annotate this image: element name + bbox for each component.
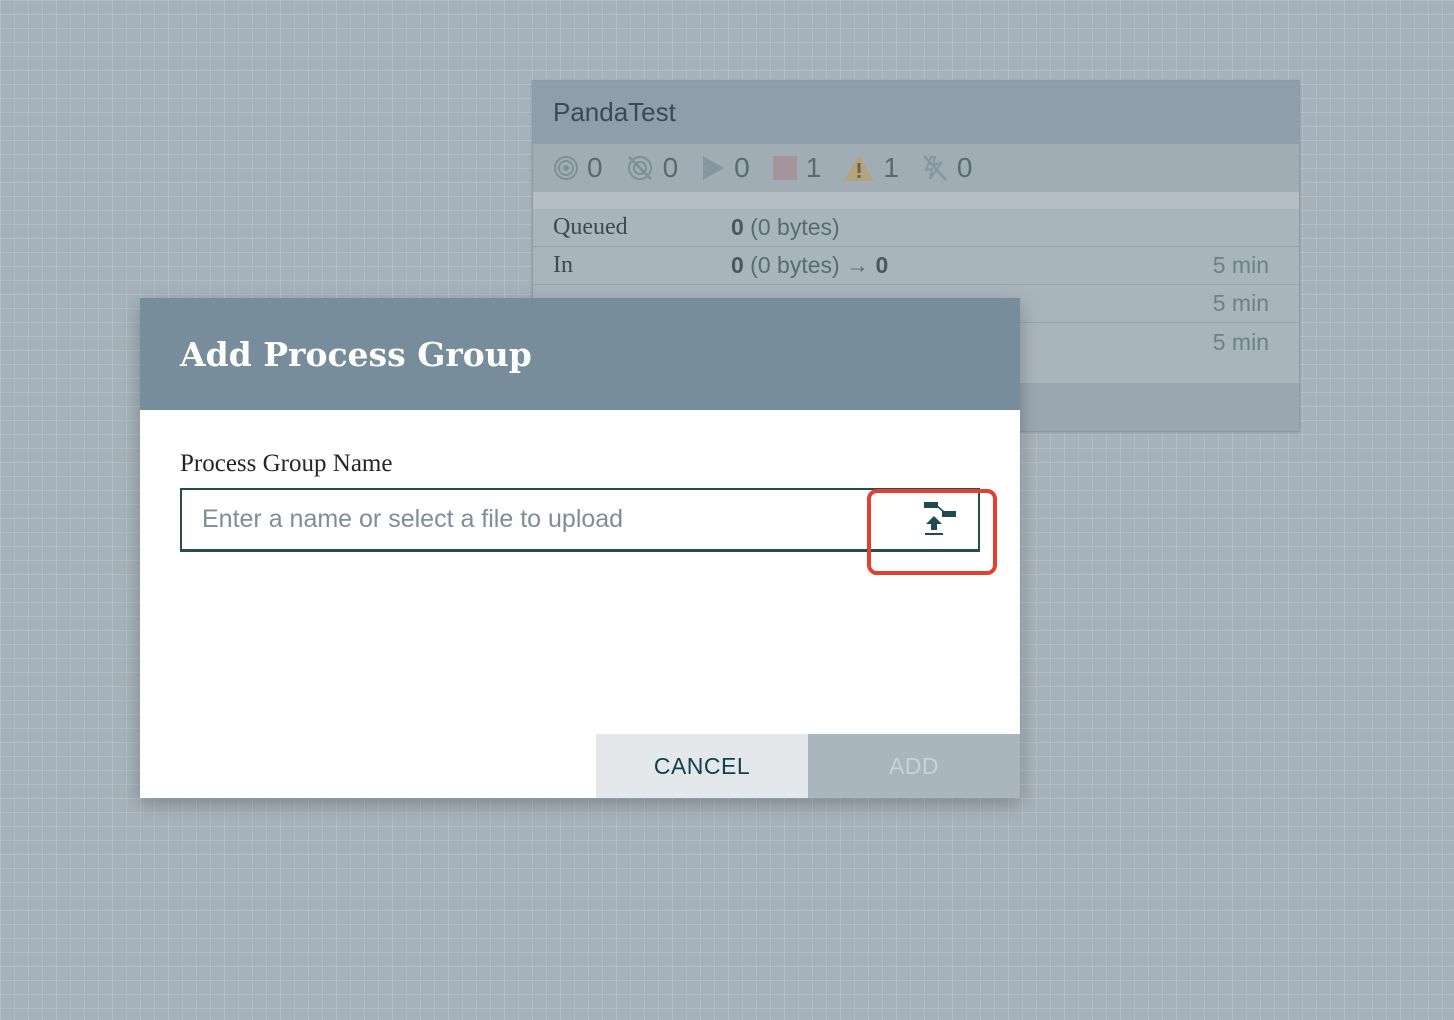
process-group-name-field [180,488,980,552]
stat-count: 0 [662,152,679,183]
stat-count: 1 [883,152,899,183]
stats-divider [533,192,1299,209]
metric-label: In [553,252,573,278]
transmitting-icon [553,155,579,181]
dialog-body: Process Group Name [140,410,1020,552]
process-group-name-input[interactable] [180,488,980,552]
stat-stopped: 1 [772,152,822,184]
add-process-group-dialog: Add Process Group Process Group Name CAN… [140,298,1020,798]
stat-count: 0 [734,152,750,183]
dialog-actions: CANCEL ADD [596,734,1020,798]
dialog-header: Add Process Group [140,298,1020,410]
metric-value: 0 (0 bytes) → 0 [731,252,889,278]
process-group-header: PandaTest [533,81,1299,144]
metric-row-in: In 0 (0 bytes) → 0 5 min [533,247,1299,285]
disabled-icon [921,153,949,183]
stat-count: 1 [805,152,822,183]
running-icon [700,154,726,182]
stopped-icon [772,155,798,181]
not-transmitting-icon [625,153,655,183]
metric-time: 5 min [1212,328,1269,355]
metric-time: 5 min [1212,252,1269,278]
metric-time: 5 min [1212,290,1269,316]
process-group-stats: 0 0 0 1 1 0 [533,144,1299,192]
dialog-title: Add Process Group [180,334,532,374]
upload-flow-button[interactable] [910,496,970,546]
add-button[interactable]: ADD [808,734,1020,798]
stat-not-transmitting: 0 [625,152,679,184]
stat-count: 0 [956,152,973,183]
process-group-name-label: Process Group Name [180,450,393,477]
stat-count: 0 [587,152,603,183]
metric-label: Queued [553,214,628,240]
metric-value: 0 (0 bytes) [731,214,840,240]
process-group-title: PandaTest [553,97,676,127]
stat-transmitting: 0 [553,152,603,184]
invalid-warning-icon [843,154,875,182]
upload-flow-icon [920,500,960,543]
stat-running: 0 [700,152,750,184]
stat-invalid: 1 [843,152,899,184]
metric-row-queued: Queued 0 (0 bytes) [533,209,1299,247]
stat-disabled: 0 [921,152,973,184]
cancel-button[interactable]: CANCEL [596,734,808,798]
